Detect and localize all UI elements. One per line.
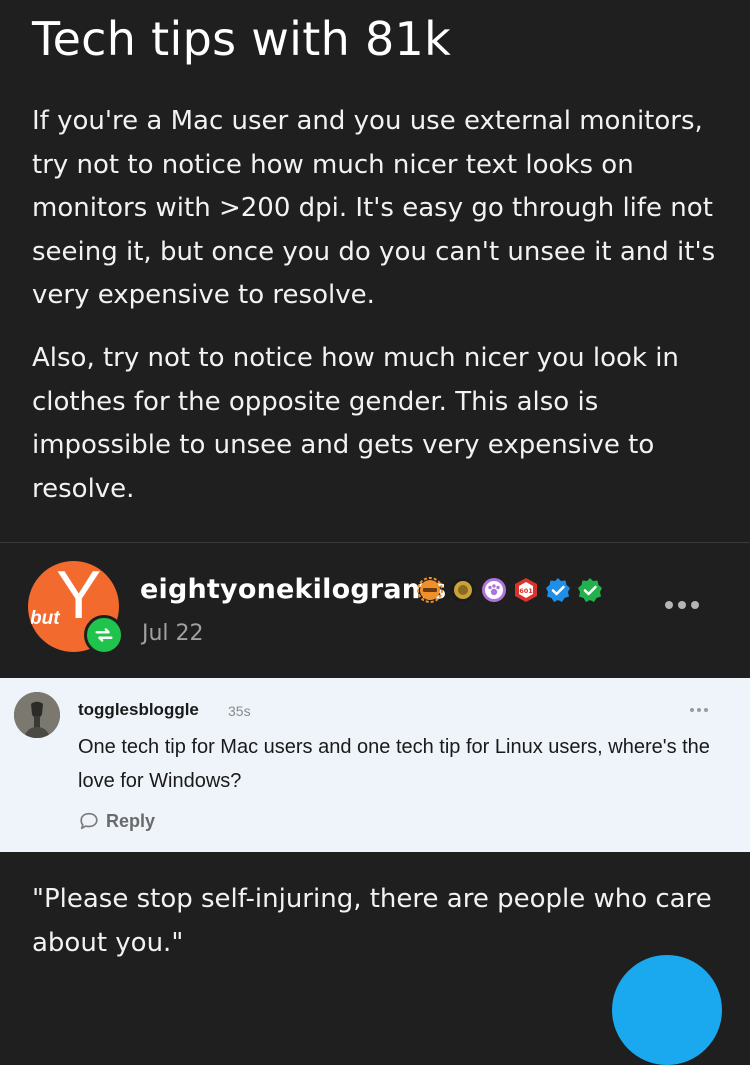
commenter-avatar[interactable] xyxy=(14,692,60,738)
comment-text: One tech tip for Mac users and one tech … xyxy=(78,736,710,792)
reblog-username[interactable]: eightyonekilograms xyxy=(140,573,446,607)
purple-paw-badge-icon[interactable] xyxy=(481,577,507,603)
comment-card: togglesbloggle 35s One tech tip for Mac … xyxy=(0,678,750,852)
post-date: Jul 22 xyxy=(142,621,204,646)
comment-timestamp: 35s xyxy=(228,703,251,719)
more-options-icon[interactable] xyxy=(665,601,699,609)
red-hexagon-badge-icon[interactable]: 601 xyxy=(513,577,539,603)
gold-coin-badge-icon[interactable] xyxy=(449,577,475,603)
commenter-username[interactable]: togglesbloggle xyxy=(78,700,199,720)
reply-label: Reply xyxy=(106,810,156,831)
hexagon-badge-label: 601 xyxy=(519,587,533,595)
blue-checkmark-badge-icon[interactable] xyxy=(545,577,571,603)
avatar-text: but xyxy=(30,608,60,629)
reblog-icon xyxy=(84,615,124,655)
green-checkmark-badge-icon[interactable] xyxy=(577,577,603,603)
post-title: Tech tips with 81k xyxy=(32,12,452,66)
speech-bubble-icon xyxy=(80,812,98,830)
comment-more-icon[interactable] xyxy=(690,708,708,712)
post-body: If you're a Mac user and you use externa… xyxy=(32,100,722,530)
reblog-header: Y but eightyonekilograms 601 Jul 22 xyxy=(0,543,750,678)
user-badges: 601 xyxy=(417,577,603,603)
compose-button[interactable] xyxy=(612,955,722,1065)
post-paragraph: Also, try not to notice how much nicer y… xyxy=(32,342,679,504)
orange-gear-badge-icon[interactable] xyxy=(417,577,443,603)
post-paragraph: If you're a Mac user and you use externa… xyxy=(32,106,716,311)
next-post-text: "Please stop self-injuring, there are pe… xyxy=(32,884,712,958)
reply-button[interactable]: Reply xyxy=(78,810,155,832)
